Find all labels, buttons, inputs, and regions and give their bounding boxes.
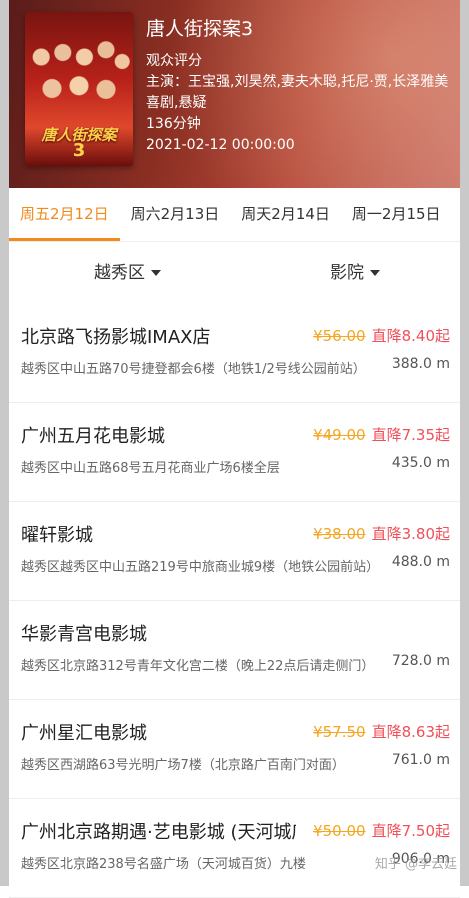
cinema-name: 广州五月花电影城: [21, 426, 165, 447]
cinema-address: 越秀区西湖路63号光明广场7楼（北京路广百南门对面）: [21, 758, 345, 773]
watermark: 知乎 @李云廷: [374, 857, 457, 872]
discount-label: 直降8.63起: [371, 723, 450, 741]
date-tabs: 周五2月12日 周六2月13日 周天2月14日 周一2月15日: [9, 188, 460, 242]
right-frame: [460, 0, 469, 886]
movie-header: 唐人街探案 3 唐人街探案3 观众评分 主演：王宝强,刘昊然,妻夫木聪,托尼·贾…: [9, 0, 460, 188]
district-label: 越秀区: [94, 263, 145, 283]
rating-label: 观众评分: [146, 53, 202, 69]
original-price: ¥38.00: [313, 525, 366, 543]
cinema-filter[interactable]: 影院: [330, 242, 380, 304]
original-price: ¥50.00: [313, 822, 366, 840]
cinema-item[interactable]: 广州星汇电影城 ¥57.50 直降8.63起 越秀区西湖路63号光明广场7楼（北京…: [9, 700, 460, 799]
left-frame: [0, 0, 9, 886]
cinema-filter-label: 影院: [330, 263, 364, 283]
cinema-list: 北京路飞扬影城IMAX店 ¥56.00 直降8.40起 越秀区中山五路70号捷登都…: [9, 304, 460, 898]
cinema-item[interactable]: 广州五月花电影城 ¥49.00 直降7.35起 越秀区中山五路68号五月花商业广场…: [9, 403, 460, 502]
cinema-price: ¥49.00 直降7.35起: [313, 424, 450, 445]
cinema-name: 华影青宫电影城: [21, 624, 147, 645]
movie-duration: 136分钟: [146, 116, 201, 132]
movie-poster[interactable]: 唐人街探案 3: [25, 12, 133, 166]
movie-title: 唐人街探案3: [146, 18, 254, 40]
cinema-distance: 435.0 m: [391, 455, 450, 471]
cinema-address: 越秀区中山五路68号五月花商业广场6楼全层: [21, 461, 280, 476]
movie-info: 唐人街探案3 观众评分 主演：王宝强,刘昊然,妻夫木聪,托尼·贾,长泽雅美 喜剧…: [146, 14, 460, 156]
cinema-price: ¥50.00 直降7.50起: [313, 820, 450, 841]
cinema-item[interactable]: 曜轩影城 ¥38.00 直降3.80起 越秀区越秀区中山五路219号中旅商业城9楼…: [9, 502, 460, 601]
cinema-distance: 488.0 m: [391, 554, 450, 570]
cinema-item[interactable]: 北京路飞扬影城IMAX店 ¥56.00 直降8.40起 越秀区中山五路70号捷登都…: [9, 304, 460, 403]
cinema-address: 越秀区越秀区中山五路219号中旅商业城9楼（地铁公园前站）: [21, 560, 380, 575]
cinema-distance: 728.0 m: [391, 653, 450, 669]
cinema-price: ¥57.50 直降8.63起: [313, 721, 450, 742]
cinema-address: 越秀区北京路238号名盛广场（天河城百货）九楼: [21, 857, 306, 872]
poster-number: 3: [72, 140, 86, 161]
cinema-address: 越秀区北京路312号青年文化宫二楼（晚上22点后请走侧门）: [21, 659, 375, 674]
cinema-name: 北京路飞扬影城IMAX店: [21, 327, 211, 348]
cinema-price: ¥56.00 直降8.40起: [313, 325, 450, 346]
discount-label: 直降7.35起: [371, 426, 450, 444]
original-price: ¥49.00: [313, 426, 366, 444]
caret-down-icon: [151, 270, 161, 276]
date-tab-2[interactable]: 周天2月14日: [230, 188, 341, 241]
movie-cast: 主演：王宝强,刘昊然,妻夫木聪,托尼·贾,长泽雅美: [146, 74, 449, 90]
poster-art: [25, 30, 133, 120]
original-price: ¥56.00: [313, 327, 366, 345]
cinema-name: 曜轩影城: [21, 525, 93, 546]
movie-genre: 喜剧,悬疑: [146, 95, 207, 111]
discount-label: 直降8.40起: [371, 327, 450, 345]
caret-down-icon: [370, 270, 380, 276]
movie-release: 2021-02-12 00:00:00: [146, 137, 295, 153]
cinema-distance: 761.0 m: [391, 752, 450, 768]
date-tab-1[interactable]: 周六2月13日: [120, 188, 231, 241]
original-price: ¥57.50: [313, 723, 366, 741]
cinema-item[interactable]: 华影青宫电影城 越秀区北京路312号青年文化宫二楼（晚上22点后请走侧门） 72…: [9, 601, 460, 700]
date-tab-3[interactable]: 周一2月15日: [341, 188, 452, 241]
filter-bar: 越秀区 影院: [9, 242, 460, 305]
discount-label: 直降3.80起: [371, 525, 450, 543]
cinema-address: 越秀区中山五路70号捷登都会6楼（地铁1/2号线公园前站）: [21, 362, 366, 377]
cinema-item[interactable]: 广州北京路期遇·艺电影城 (天河城店) ¥50.00 直降7.50起 越秀区北京路…: [9, 799, 460, 898]
cinema-name: 广州北京路期遇·艺电影城 (天河城店): [21, 822, 296, 843]
cinema-price: ¥38.00 直降3.80起: [313, 523, 450, 544]
discount-label: 直降7.50起: [371, 822, 450, 840]
cinema-name: 广州星汇电影城: [21, 723, 147, 744]
cinema-distance: 388.0 m: [391, 356, 450, 372]
district-filter[interactable]: 越秀区: [94, 242, 161, 304]
date-tab-0[interactable]: 周五2月12日: [9, 188, 120, 241]
